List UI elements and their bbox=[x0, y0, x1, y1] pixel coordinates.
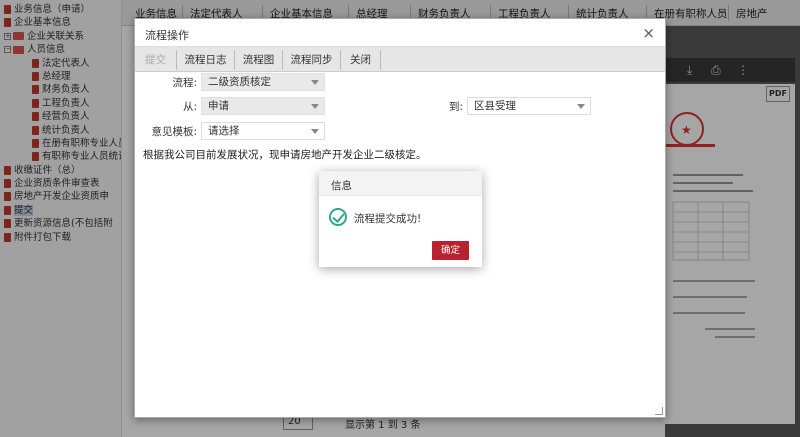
chevron-down-icon bbox=[311, 80, 319, 85]
flow-select-value: 二级资质核定 bbox=[208, 76, 271, 88]
opinion-textarea[interactable]: 根据我公司目前发展状况，现申请房地产开发企业二级核定。 bbox=[143, 147, 427, 162]
from-label: 从: bbox=[182, 101, 197, 113]
tab-flow-chart[interactable]: 流程图 bbox=[235, 50, 283, 70]
info-modal: 信息 流程提交成功! 确定 bbox=[319, 171, 482, 267]
tab-submit[interactable]: 提交 bbox=[135, 50, 177, 70]
info-modal-header: 信息 bbox=[319, 171, 482, 196]
template-select-value: 请选择 bbox=[208, 125, 240, 137]
from-select[interactable]: 申请 bbox=[201, 97, 325, 115]
to-label: 到: bbox=[448, 101, 463, 113]
tab-flow-sync[interactable]: 流程同步 bbox=[283, 50, 341, 70]
flow-toolbar: 提交 流程日志 流程图 流程同步 关闭 bbox=[135, 47, 665, 72]
template-select[interactable]: 请选择 bbox=[201, 122, 325, 140]
tab-close[interactable]: 关闭 bbox=[341, 50, 381, 70]
flow-dialog-title: 流程操作 bbox=[145, 29, 189, 42]
info-modal-title: 信息 bbox=[331, 180, 352, 192]
to-select-value: 区县受理 bbox=[474, 100, 516, 112]
template-label: 意见模板: bbox=[151, 126, 197, 138]
tab-flow-log[interactable]: 流程日志 bbox=[177, 50, 235, 70]
flow-select[interactable]: 二级资质核定 bbox=[201, 73, 325, 91]
flow-label: 流程: bbox=[172, 77, 197, 89]
info-message: 流程提交成功! bbox=[354, 213, 422, 225]
chevron-down-icon bbox=[311, 129, 319, 134]
flow-dialog-header: 流程操作 × bbox=[135, 19, 665, 47]
from-select-value: 申请 bbox=[208, 100, 229, 112]
ok-button[interactable]: 确定 bbox=[432, 241, 469, 260]
resize-grip[interactable] bbox=[655, 407, 663, 415]
close-icon[interactable]: × bbox=[642, 24, 655, 42]
to-select[interactable]: 区县受理 bbox=[467, 97, 591, 115]
chevron-down-icon bbox=[577, 104, 585, 109]
check-circle-icon bbox=[329, 208, 347, 226]
chevron-down-icon bbox=[311, 104, 319, 109]
